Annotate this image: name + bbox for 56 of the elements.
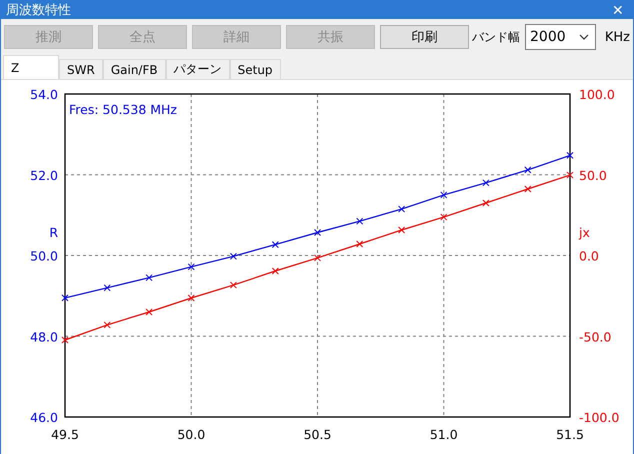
bandwidth-label: バンド幅 <box>472 28 520 46</box>
x-tick-label: 50.0 <box>177 427 206 442</box>
point-marker <box>356 240 364 248</box>
y-tick-label: 50.0 <box>30 248 58 264</box>
y-tick-label: 46.0 <box>30 410 58 425</box>
window-title: 周波数特性 <box>6 2 71 19</box>
unit-label: KHz <box>604 30 630 44</box>
point-marker <box>440 214 448 221</box>
y2-tick-label: 100.0 <box>579 87 615 102</box>
y2-tick-label: -50.0 <box>579 329 612 344</box>
point-marker <box>566 172 574 179</box>
tab[interactable]: Z <box>3 55 59 79</box>
point-marker <box>62 336 68 344</box>
y-tick-label: 52.0 <box>30 168 58 183</box>
point-marker <box>314 228 321 236</box>
point-marker <box>188 263 195 270</box>
point-marker <box>146 308 153 316</box>
point-marker <box>398 206 406 213</box>
point-marker <box>356 218 364 225</box>
point-marker <box>230 282 237 289</box>
point-marker <box>104 284 111 292</box>
x-tick-label: 50.5 <box>304 427 332 442</box>
point-marker <box>524 166 532 174</box>
tab[interactable]: SWR <box>59 59 103 79</box>
y2-tick-label: 50.0 <box>579 168 607 183</box>
caret-icon <box>579 34 588 40</box>
y-tick-label: 48.0 <box>30 329 58 344</box>
x-tick-label: 51.0 <box>430 427 458 442</box>
point-marker <box>146 274 153 282</box>
point-marker <box>272 268 279 274</box>
tab[interactable]: パターン <box>166 59 230 79</box>
point-marker <box>440 191 448 198</box>
point-marker <box>524 185 532 192</box>
point-marker <box>566 152 574 159</box>
point-marker <box>104 321 111 328</box>
point-marker <box>230 252 237 260</box>
bandwidth-dropdown[interactable]: 2000 <box>525 24 596 50</box>
tab[interactable]: Setup <box>230 59 281 79</box>
y2-tick-label: -100.0 <box>579 410 620 425</box>
y2-tick-label: 0.0 <box>579 248 599 264</box>
resonance-annotation: Fres: 50.538 MHz <box>69 102 177 117</box>
x-tick-label: 51.5 <box>556 427 584 442</box>
point-marker <box>482 179 490 186</box>
point-marker <box>188 294 195 302</box>
point-marker <box>272 241 279 248</box>
tab[interactable]: Gain/FB <box>102 59 166 79</box>
x-tick-label: 49.5 <box>51 427 79 442</box>
point-marker <box>62 294 68 302</box>
close-button[interactable]: ✕ <box>603 2 633 18</box>
y-tick-label: 54.0 <box>30 87 58 102</box>
y2-axis-label: jx <box>579 225 590 240</box>
point-marker <box>398 226 406 234</box>
toolbar-button[interactable]: 印刷 <box>380 25 469 49</box>
point-marker <box>482 200 490 207</box>
y-axis-label: R <box>49 225 58 240</box>
point-marker <box>314 254 321 262</box>
